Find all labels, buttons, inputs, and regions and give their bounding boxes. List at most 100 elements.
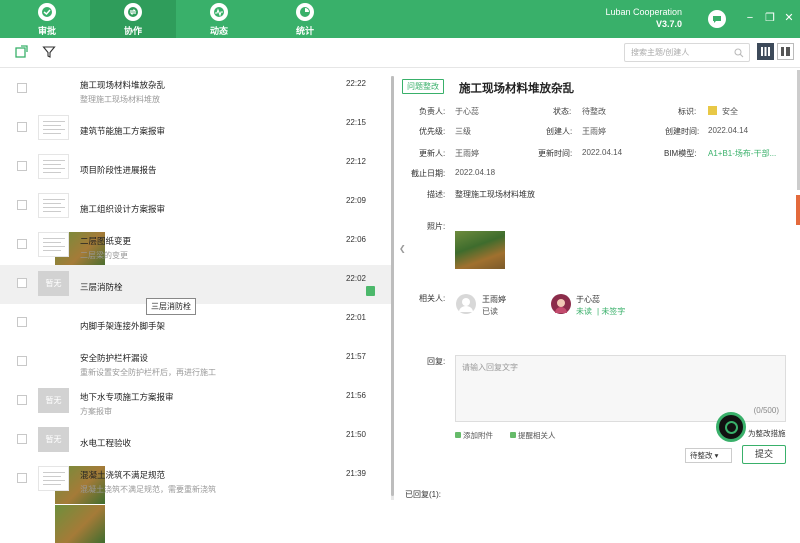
- tab-approval-label: 审批: [37, 26, 56, 36]
- row-checkbox[interactable]: [17, 434, 27, 444]
- row-title: 地下水专项施工方案报审: [80, 392, 174, 402]
- tab-statistics[interactable]: 统计: [262, 0, 348, 38]
- row-time: 21:39: [345, 469, 366, 478]
- brand: Luban Cooperation V3.7.0: [605, 6, 682, 30]
- row-checkbox[interactable]: [17, 395, 27, 405]
- avatar: [456, 294, 476, 314]
- row-title: 内脚手架连接外脚手架: [80, 321, 166, 331]
- mark-value: 安全: [722, 107, 738, 116]
- list-item[interactable]: 混凝土浇筑不满足规范 混凝土浇筑不满足规范，需要重新浇筑 21:39: [0, 460, 392, 499]
- row-thumbnail: [55, 505, 105, 543]
- issue-photo[interactable]: [455, 231, 505, 269]
- desc-label: 描述:: [427, 190, 446, 199]
- row-checkbox[interactable]: [17, 83, 27, 93]
- search-icon[interactable]: [734, 47, 744, 64]
- reply-textarea[interactable]: 请输入回复文字 (0/500): [455, 355, 786, 422]
- statistics-icon: [296, 3, 314, 21]
- mark-label: 标识:: [678, 107, 697, 116]
- row-subtitle: 整理施工现场材料堆放: [80, 95, 160, 104]
- chat-icon[interactable]: [708, 10, 726, 28]
- row-subtitle: 重新设置安全防护栏杆后，再进行施工: [80, 368, 216, 377]
- row-thumbnail: [38, 466, 69, 491]
- side-handle[interactable]: [796, 195, 800, 225]
- row-time: 22:15: [345, 118, 366, 127]
- updated-label: 更新时间:: [538, 149, 573, 158]
- minimize-icon[interactable]: −: [744, 12, 756, 24]
- updater-value: 王雨婷: [455, 149, 479, 158]
- bim-label: BIM模型:: [664, 149, 697, 158]
- filter-icon[interactable]: [42, 45, 58, 61]
- issue-title: 施工现场材料堆放杂乱: [459, 83, 574, 95]
- created-value: 2022.04.14: [708, 126, 749, 135]
- list-item[interactable]: 施工现场材料堆放杂乱 整理施工现场材料堆放 22:22: [0, 70, 392, 270]
- split-view-button[interactable]: [777, 43, 794, 60]
- search-input[interactable]: 搜索主题/创建人: [624, 43, 750, 62]
- tab-collaboration-label: 协作: [123, 26, 142, 36]
- remind-icon: [510, 432, 516, 438]
- row-checkbox[interactable]: [17, 473, 27, 483]
- file-icon[interactable]: [366, 286, 375, 296]
- list-scrollbar-thumb[interactable]: [391, 76, 394, 496]
- updated-value: 2022.04.14: [582, 148, 623, 157]
- row-checkbox[interactable]: [17, 317, 27, 327]
- deadline-value: 2022.04.18: [455, 168, 496, 177]
- row-checkbox[interactable]: [17, 122, 27, 132]
- related-person-name: 王雨婷: [482, 295, 506, 304]
- row-checkbox[interactable]: [17, 200, 27, 210]
- close-icon[interactable]: ✕: [783, 12, 795, 24]
- tab-activity-label: 动态: [209, 26, 228, 36]
- list-item[interactable]: 暂无 三层消防栓 22:02: [0, 265, 392, 304]
- row-title: 施工组织设计方案报审: [80, 204, 166, 214]
- add-attachment-link[interactable]: 添加附件: [455, 430, 493, 441]
- list-scrollbar[interactable]: [391, 76, 394, 500]
- top-nav-bar: 审批 协作 动态 统计 Luban Cooperation V3.7.0 − ❐…: [0, 0, 800, 38]
- bim-value[interactable]: A1+B1-场布-干部...: [708, 148, 776, 159]
- sign-status: 未签字: [601, 307, 626, 316]
- row-subtitle: 方案报审: [80, 407, 112, 416]
- list-item[interactable]: 暂无 水电工程验收 21:50: [0, 421, 392, 460]
- row-thumbnail: [38, 154, 69, 179]
- tab-collaboration[interactable]: 协作: [90, 0, 176, 38]
- list-item[interactable]: 安全防护栏杆漏设 重新设置安全防护栏杆后，再进行施工 21:57: [0, 343, 392, 543]
- row-title: 安全防护栏杆漏设: [80, 353, 149, 363]
- add-attachment-label: 添加附件: [463, 431, 493, 440]
- restore-icon[interactable]: ❐: [764, 12, 776, 24]
- float-assistant-icon[interactable]: [716, 412, 746, 442]
- chevron-down-icon: ▾: [714, 451, 719, 460]
- row-checkbox[interactable]: [17, 161, 27, 171]
- row-time: 22:06: [345, 235, 366, 244]
- activity-icon: [210, 3, 228, 21]
- row-time: 22:09: [345, 196, 366, 205]
- row-title: 项目阶段性进展报告: [80, 165, 157, 175]
- tab-statistics-label: 统计: [295, 26, 314, 36]
- export-icon[interactable]: [14, 45, 30, 61]
- row-checkbox[interactable]: [17, 356, 27, 366]
- row-thumbnail: 暂无: [38, 427, 69, 452]
- creator-value: 王雨婷: [582, 127, 606, 136]
- version: V3.7.0: [655, 19, 682, 29]
- list-view-button[interactable]: [757, 43, 774, 60]
- status-select[interactable]: 待整改 ▾: [685, 448, 732, 463]
- list-item[interactable]: 内脚手架连接外脚手架 22:01: [0, 304, 392, 504]
- issue-detail: 问题整改 施工现场材料堆放杂乱 负责人: 于心蕊 状态: 待整改 标识: 安全 …: [400, 69, 794, 500]
- rectify-measure-text[interactable]: 为整改措施: [748, 428, 786, 439]
- list-item[interactable]: 二层图纸变更 二层梁的变更 22:06: [0, 226, 392, 265]
- related-label: 相关人:: [419, 294, 446, 303]
- photo-label: 照片:: [427, 222, 446, 231]
- list-item[interactable]: 施工组织设计方案报审 22:09: [0, 187, 392, 226]
- owner-value: 于心蕊: [455, 107, 479, 116]
- search-placeholder: 搜索主题/创建人: [631, 48, 690, 57]
- status-value: 待整改: [582, 107, 606, 116]
- list-item[interactable]: 项目阶段性进展报告 22:12: [0, 148, 392, 187]
- issue-type-tag: 问题整改: [402, 79, 444, 94]
- row-checkbox[interactable]: [17, 278, 27, 288]
- list-item[interactable]: 暂无 地下水专项施工方案报审 方案报审 21:56: [0, 382, 392, 421]
- row-thumbnail: [38, 193, 69, 218]
- mark-color-swatch: [708, 106, 717, 115]
- tab-approval[interactable]: 审批: [4, 0, 90, 38]
- row-checkbox[interactable]: [17, 239, 27, 249]
- tab-activity[interactable]: 动态: [176, 0, 262, 38]
- submit-button[interactable]: 提交: [742, 445, 786, 464]
- list-item[interactable]: 建筑节能施工方案报审 22:15: [0, 109, 392, 148]
- remind-related-link[interactable]: 提醒相关人: [510, 430, 556, 441]
